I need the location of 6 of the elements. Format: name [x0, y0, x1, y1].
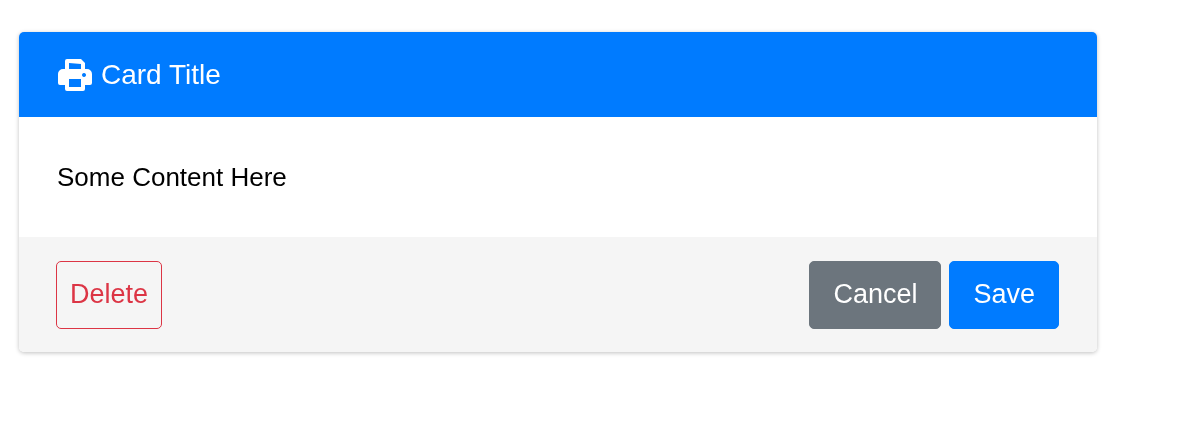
- save-button[interactable]: Save: [949, 260, 1059, 329]
- card-title: Card Title: [101, 57, 221, 92]
- card-text: Some Content Here: [57, 160, 287, 194]
- printer-icon: [57, 58, 93, 91]
- cancel-button[interactable]: Cancel: [809, 260, 942, 329]
- delete-button[interactable]: Delete: [56, 260, 163, 329]
